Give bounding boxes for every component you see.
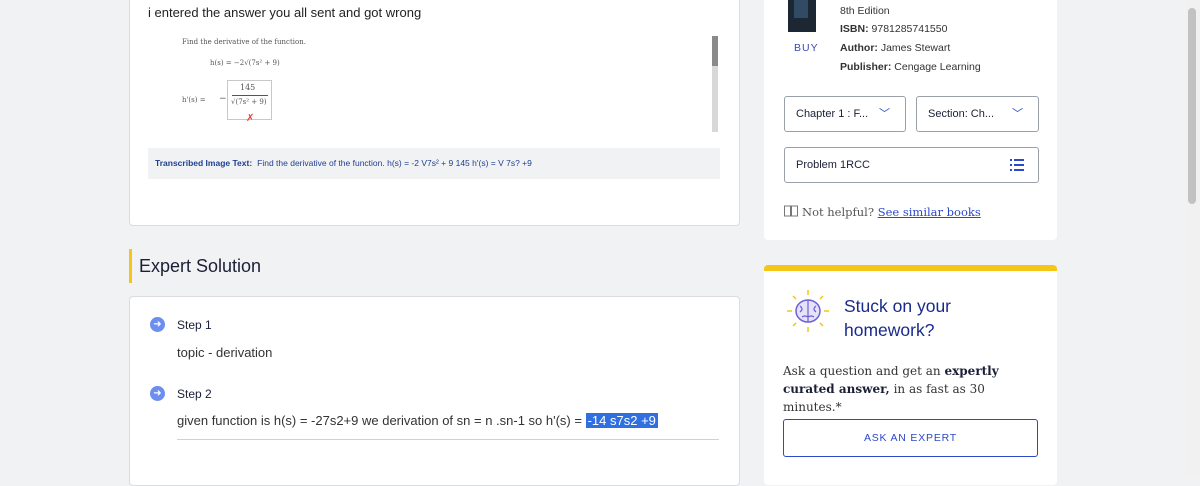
stuck-title: Stuck on your homework? — [844, 296, 951, 340]
book-edition: 8th Edition — [840, 5, 890, 17]
author-value: James Stewart — [880, 42, 951, 54]
image-function: h(s) = −2√(7s² + 9) — [210, 59, 280, 67]
image-prompt: Find the derivative of the function. — [182, 38, 306, 46]
page-scrollbar-thumb[interactable] — [1188, 8, 1196, 204]
image-answer-label: h'(s) = — [182, 96, 206, 104]
question-text: i entered the answer you all sent and go… — [148, 5, 422, 20]
ask-an-expert-button[interactable]: ASK AN EXPERT — [783, 419, 1038, 457]
problem-select-value: Problem 1RCC — [796, 159, 870, 171]
transcribed-text-bar: Transcribed Image Text: Find the derivati… — [148, 148, 720, 179]
book-publisher: Publisher: Cengage Learning — [840, 61, 981, 73]
step-divider — [177, 439, 719, 440]
arrow-right-icon[interactable]: ➜ — [150, 386, 165, 401]
wrong-answer-icon: ✗ — [246, 113, 255, 124]
buy-button[interactable]: BUY — [794, 42, 819, 54]
transcribed-label: Transcribed Image Text: — [155, 158, 253, 168]
section-select-value: Section: Ch... — [928, 108, 995, 120]
step-1-label[interactable]: Step 1 — [177, 318, 212, 332]
chevron-down-icon: ﹀ — [879, 108, 890, 120]
arrow-right-icon[interactable]: ➜ — [150, 317, 165, 332]
see-similar-books-link[interactable]: See similar books — [878, 205, 981, 219]
question-image: Find the derivative of the function. h(s… — [170, 32, 718, 136]
image-minus-sign: − — [219, 94, 227, 104]
book-isbn: ISBN: 9781285741550 — [840, 23, 947, 35]
step-2-body: given function is h(s) = -27s2+9 we deri… — [177, 413, 658, 428]
publisher-value: Cengage Learning — [894, 61, 981, 73]
chapter-select-value: Chapter 1 : F... — [796, 108, 869, 120]
expert-solution-title: Expert Solution — [139, 256, 262, 276]
stuck-description: Ask a question and get an expertly curat… — [783, 362, 1033, 416]
image-fraction-bar — [232, 95, 268, 96]
image-answer-denominator: √(7s² + 9) — [231, 98, 267, 106]
step-2-body-text: given function is h(s) = -27s2+9 we deri… — [177, 413, 586, 428]
expert-solution-heading: Expert Solution — [129, 249, 261, 283]
chevron-down-icon: ﹀ — [1012, 108, 1023, 120]
step-1-body: topic - derivation — [177, 345, 273, 360]
not-helpful-text: Not helpful? — [802, 205, 875, 219]
chapter-select[interactable]: Chapter 1 : F... ﹀ — [784, 96, 906, 132]
book-icon — [784, 205, 798, 217]
image-answer-numerator: 145 — [240, 83, 256, 92]
section-select[interactable]: Section: Ch... ﹀ — [916, 96, 1039, 132]
list-icon — [1010, 159, 1024, 171]
stuck-desc-prefix: Ask a question and get an — [783, 364, 941, 378]
brain-icon — [787, 290, 829, 332]
problem-select[interactable]: Problem 1RCC — [784, 147, 1039, 183]
isbn-label: ISBN: — [840, 23, 869, 35]
not-helpful-row: Not helpful? See similar books — [784, 205, 981, 219]
publisher-label: Publisher: — [840, 61, 892, 73]
book-author: Author: James Stewart — [840, 42, 950, 54]
transcribed-text: Find the derivative of the function. h(s… — [257, 158, 532, 168]
step-2-label[interactable]: Step 2 — [177, 387, 212, 401]
isbn-value: 9781285741550 — [871, 23, 948, 35]
author-label: Author: — [840, 42, 878, 54]
solution-card — [129, 296, 740, 486]
step-2-highlighted-answer: -14 s7s2 +9 — [585, 413, 658, 428]
image-scrollbar-thumb[interactable] — [712, 36, 718, 66]
book-cover-image[interactable] — [788, 0, 816, 32]
